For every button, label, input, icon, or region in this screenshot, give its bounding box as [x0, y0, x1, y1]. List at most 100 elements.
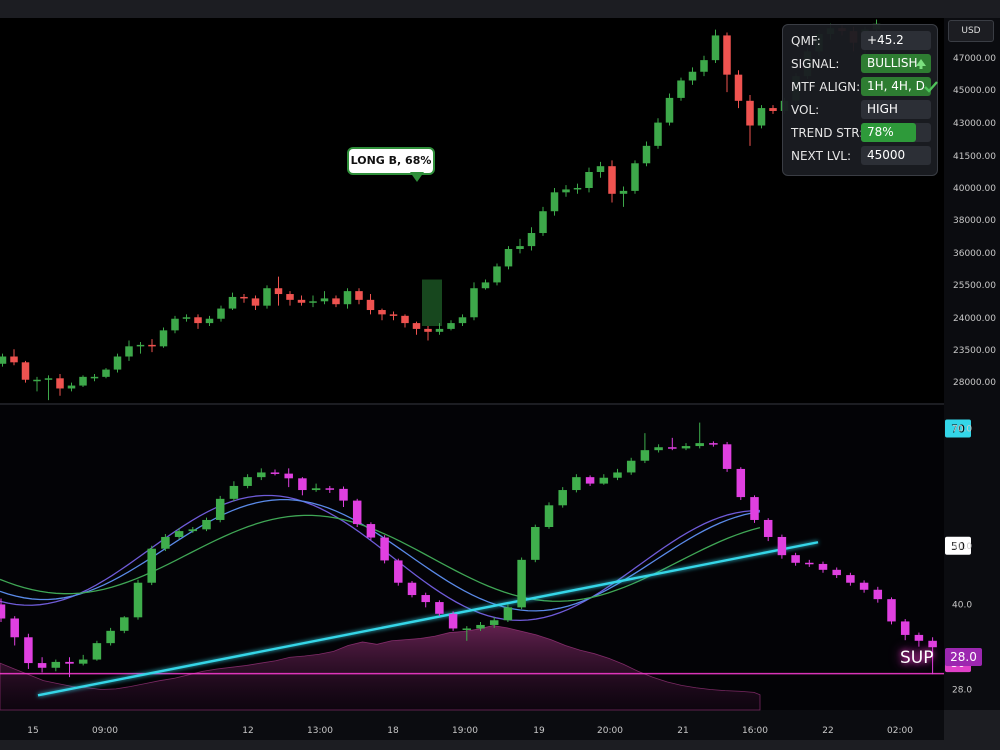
price-candle: [654, 122, 662, 146]
oscillator-candle: [846, 575, 855, 583]
oscillator-candle: [24, 637, 33, 664]
time-tick-label: 20:00: [597, 726, 623, 736]
oscillator-candle: [668, 447, 677, 449]
mtf-value-text: 1H, 4H, D: [867, 79, 925, 93]
oscillator-candle: [215, 498, 225, 520]
time-tick-label: 13:00: [307, 726, 333, 736]
price-tick-label: 45000.00: [953, 86, 996, 96]
price-candle: [113, 356, 122, 370]
oscillator-candle: [298, 478, 307, 491]
price-tick-label: 41500.00: [953, 152, 996, 162]
indicator-panel: QMF: +45.2 SIGNAL: BULLISH MTF ALIGN: 1H…: [782, 24, 938, 176]
price-tick-label: 25500.00: [953, 281, 996, 291]
price-candle: [67, 385, 76, 389]
price-candle: [412, 323, 421, 329]
support-label: SUP: [900, 648, 934, 668]
price-candle: [389, 314, 398, 316]
oscillator-candle: [640, 450, 650, 461]
qmf-value: +45.2: [861, 31, 931, 50]
oscillator-candle: [928, 640, 937, 648]
oscillator-candle: [832, 569, 841, 576]
price-candle: [734, 74, 743, 101]
oscillator-candle: [407, 582, 417, 596]
price-candle: [746, 100, 754, 126]
price-candle: [527, 233, 536, 247]
oscillator-candle: [366, 524, 376, 538]
panel-row-signal: SIGNAL: BULLISH: [783, 54, 937, 74]
price-tick-label: 23500.00: [953, 346, 996, 356]
oscillator-candle: [339, 488, 348, 501]
price-candle: [274, 288, 283, 295]
price-candle: [677, 80, 685, 98]
panel-row-next: NEXT LVL: 45000: [783, 146, 937, 166]
oscillator-tick-label: 28.0: [952, 685, 972, 695]
price-candle: [424, 328, 432, 332]
oscillator-candle: [78, 659, 88, 664]
oscillator-candle: [709, 443, 718, 445]
price-candle: [159, 330, 168, 347]
oscillator-candle: [654, 447, 663, 451]
oscillator-candle: [544, 505, 554, 527]
oscillator-candle: [859, 582, 869, 590]
price-candle: [435, 328, 444, 332]
oscillator-candle: [805, 562, 814, 565]
oscillator-candle: [476, 624, 485, 629]
price-candle: [125, 346, 133, 357]
price-candle: [711, 35, 720, 61]
price-candle: [401, 315, 409, 324]
price-tick-label: 40000.00: [953, 184, 996, 194]
oscillator-candle: [887, 599, 896, 622]
oscillator-candle: [37, 663, 47, 668]
oscillator-candle: [517, 559, 526, 608]
oscillator-candle: [736, 468, 746, 498]
price-candle: [608, 166, 616, 194]
price-candle: [217, 308, 225, 319]
oscillator-candle: [120, 617, 129, 631]
panel-label: VOL:: [791, 103, 820, 117]
price-tick-label: 38000.00: [953, 216, 996, 226]
oscillator-candle: [147, 548, 156, 583]
signal-callout: LONG B, 68%: [347, 147, 435, 175]
price-candle: [21, 362, 30, 380]
price-candle: [10, 356, 18, 363]
oscillator-candle: [531, 527, 540, 560]
oscillator-candle: [284, 473, 293, 479]
time-tick-label: 22: [822, 726, 833, 736]
price-candle: [79, 376, 87, 386]
arrow-up-icon: [916, 59, 926, 69]
price-candle: [136, 344, 145, 347]
price-candle: [539, 211, 547, 234]
price-candle: [723, 35, 731, 75]
oscillator-candle: [202, 519, 211, 530]
price-candle: [458, 317, 467, 324]
oscillator-candle: [270, 472, 280, 474]
price-candle: [44, 378, 53, 380]
oscillator-candle: [106, 630, 115, 644]
oscillator-candle: [311, 488, 321, 491]
signal-value-text: BULLISH: [867, 56, 918, 70]
qmf-value-text: +45.2: [867, 33, 904, 47]
callout-pointer: [410, 172, 424, 182]
price-tick-label: 36000.00: [953, 249, 996, 259]
price-candle: [309, 301, 317, 303]
price-candle: [0, 356, 7, 364]
price-candle: [320, 298, 329, 302]
oscillator-candle: [572, 477, 581, 491]
price-candle: [332, 298, 340, 305]
oscillator-candle: [489, 620, 499, 625]
oscillator-candle: [914, 634, 924, 641]
oscillator-candle: [0, 604, 6, 619]
oscillator-candle: [174, 531, 184, 537]
next-level-text: 45000: [867, 148, 906, 162]
price-candle: [573, 187, 582, 190]
price-candle: [688, 71, 697, 81]
oscillator-candle: [695, 443, 704, 447]
price-candle: [297, 299, 306, 303]
time-tick-label: 18: [387, 726, 399, 736]
time-tick-label: 16:00: [742, 726, 768, 736]
signal-value: BULLISH: [861, 54, 931, 73]
price-candle: [102, 369, 110, 377]
currency-badge[interactable]: USD: [948, 20, 994, 42]
price-candle: [550, 192, 559, 212]
price-candle: [33, 379, 41, 382]
